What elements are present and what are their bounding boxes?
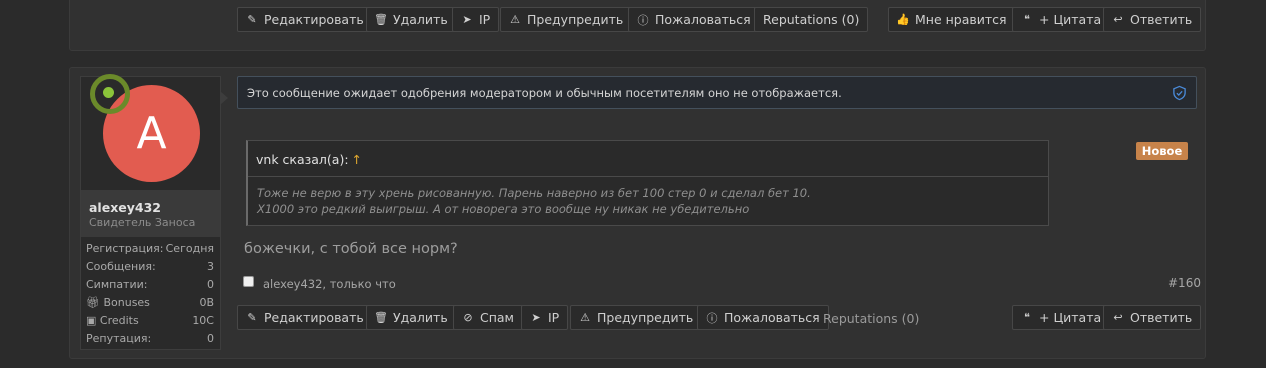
stat-label: Регистрация: <box>86 242 164 255</box>
quote-icon: ❝ <box>1024 311 1030 324</box>
quote-line: Тоже не верю в эту хрень рисованную. Пар… <box>257 186 811 200</box>
spam-button-label: Спам <box>480 310 514 325</box>
quote-icon: ❝ <box>1024 13 1030 26</box>
spam-button[interactable]: ⊘ Спам <box>453 305 523 330</box>
stat-label: Сообщения: <box>86 260 156 273</box>
stat-bonuses: 🎁︎ Bonuses 0B <box>81 294 220 312</box>
delete-button[interactable]: 🗑 Удалить <box>366 305 457 330</box>
quote-button-label: + Цитата <box>1039 12 1102 27</box>
post-number[interactable]: #160 <box>1168 276 1201 290</box>
user-stats: Регистрация: Сегодня Сообщения: 3 Симпат… <box>81 240 220 348</box>
moderation-notice-text: Это сообщение ожидает одобрения модерато… <box>247 86 842 100</box>
edit-button-label: Редактировать <box>264 310 364 325</box>
select-post-checkbox[interactable] <box>243 276 254 287</box>
delete-button-label: Удалить <box>393 12 448 27</box>
online-status-icon <box>103 87 114 98</box>
username[interactable]: alexey432 <box>89 200 161 215</box>
warn-button[interactable]: ⚠ Предупредить <box>570 305 703 330</box>
edit-button-label: Редактировать <box>264 12 364 27</box>
warn-button[interactable]: ⚠ Предупредить <box>500 7 633 32</box>
thumbs-up-icon: 👍 <box>896 13 910 26</box>
post-meta[interactable]: alexey432, только что <box>263 277 396 291</box>
report-button[interactable]: ⓘ Пожаловаться <box>628 7 760 32</box>
quote-header: vnk сказал(а): ↑ <box>248 141 1048 177</box>
warning-icon: ⚠ <box>580 311 590 324</box>
delete-button[interactable]: 🗑 Удалить <box>366 7 457 32</box>
reply-button-label: Ответить <box>1130 12 1193 27</box>
avatar-letter: A <box>136 108 167 159</box>
stat-value: Сегодня <box>165 242 214 255</box>
stat-value: 0B <box>199 296 214 309</box>
user-card-arrow <box>220 91 228 105</box>
info-icon: ⓘ <box>706 311 718 325</box>
report-button-label: Пожаловаться <box>655 12 751 27</box>
quote-author[interactable]: vnk сказал(а): <box>256 152 349 167</box>
reply-button[interactable]: ↩ Ответить <box>1103 305 1202 330</box>
stat-value: 0 <box>207 332 214 345</box>
reply-icon: ↩ <box>1113 13 1123 26</box>
warn-button-label: Предупредить <box>527 12 624 27</box>
quote-jump-arrow-icon[interactable]: ↑ <box>352 152 362 167</box>
stat-registration: Регистрация: Сегодня <box>81 240 220 258</box>
edit-button[interactable]: ✎ Редактировать <box>237 305 373 330</box>
trash-icon: 🗑 <box>374 311 388 324</box>
user-title: Свидетель Заноса <box>89 216 196 229</box>
user-name-block: alexey432 Свидетель Заноса <box>81 190 220 237</box>
location-arrow-icon: ➤ <box>531 311 541 324</box>
reply-button[interactable]: ↩ Ответить <box>1103 7 1202 32</box>
warn-button-label: Предупредить <box>597 310 694 325</box>
quote-button[interactable]: ❝ + Цитата <box>1012 305 1111 330</box>
ban-icon: ⊘ <box>463 311 473 324</box>
info-icon: ⓘ <box>637 13 649 27</box>
quote-block: vnk сказал(а): ↑ Тоже не верю в эту хрень… <box>246 140 1049 226</box>
ip-button-label: IP <box>548 310 560 325</box>
pencil-icon: ✎ <box>247 311 257 324</box>
trash-icon: 🗑 <box>374 13 388 26</box>
page-background-strip <box>0 362 1266 368</box>
location-arrow-icon: ➤ <box>462 13 472 26</box>
moderation-notice: Это сообщение ожидает одобрения модерато… <box>237 76 1197 109</box>
reputations-button[interactable]: Reputations (0) <box>754 7 869 32</box>
quote-body: Тоже не верю в эту хрень рисованную. Пар… <box>257 185 811 217</box>
ip-button-label: IP <box>479 12 491 27</box>
reply-icon: ↩ <box>1113 311 1123 324</box>
warning-icon: ⚠ <box>510 13 520 26</box>
reputations-button-label: Reputations (0) <box>763 12 860 27</box>
reply-button-label: Ответить <box>1130 310 1193 325</box>
quote-button-label: + Цитата <box>1039 310 1102 325</box>
stat-label: Credits <box>99 314 139 327</box>
stat-value: 0 <box>207 278 214 291</box>
pencil-icon: ✎ <box>247 13 257 26</box>
money-icon: ▣ <box>86 314 97 327</box>
gift-icon: 🎁︎ <box>86 296 100 309</box>
quote-button[interactable]: ❝ + Цитата <box>1012 7 1111 32</box>
shield-icon <box>1173 85 1186 101</box>
reputations-link[interactable]: Reputations (0) <box>823 311 919 326</box>
stat-label: Bonuses <box>103 296 150 309</box>
like-button-label: Мне нравится <box>915 12 1007 27</box>
like-button[interactable]: 👍 Мне нравится <box>888 7 1016 32</box>
stat-label: Репутация: <box>86 332 152 345</box>
user-card: A alexey432 Свидетель Заноса Регистрация… <box>80 74 228 350</box>
ip-button[interactable]: ➤ IP <box>452 7 500 32</box>
stat-value: 10C <box>192 314 214 327</box>
stat-likes: Симпатии: 0 <box>81 276 220 294</box>
stat-value: 3 <box>207 260 214 273</box>
delete-button-label: Удалить <box>393 310 448 325</box>
stat-reputation: Репутация: 0 <box>81 330 220 348</box>
stat-messages: Сообщения: 3 <box>81 258 220 276</box>
edit-button[interactable]: ✎ Редактировать <box>237 7 373 32</box>
new-badge: Новое <box>1136 142 1188 160</box>
quote-line: X1000 это редкий выигрыш. А от новорега … <box>257 202 750 216</box>
report-button-label: Пожаловаться <box>724 310 820 325</box>
stat-credits: ▣ Credits 10C <box>81 312 220 330</box>
post-message: божечки, с тобой все норм? <box>244 241 458 257</box>
stat-label: Симпатии: <box>86 278 148 291</box>
ip-button[interactable]: ➤ IP <box>521 305 569 330</box>
report-button[interactable]: ⓘ Пожаловаться <box>697 305 829 330</box>
